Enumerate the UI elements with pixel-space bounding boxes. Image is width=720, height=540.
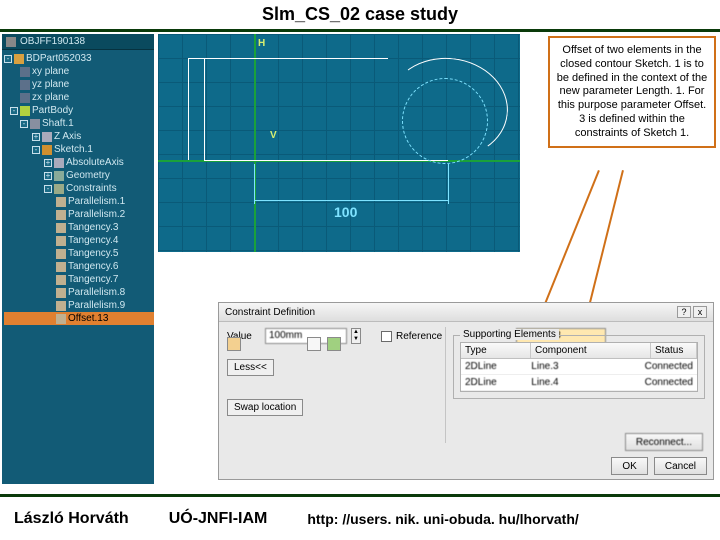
constraint-icon <box>56 223 66 233</box>
tree-sketch[interactable]: -Sketch.1 <box>4 143 154 156</box>
tree-constraint-item[interactable]: Parallelism.2 <box>4 208 154 221</box>
plane-icon <box>20 80 30 90</box>
constraint-icon <box>56 301 66 311</box>
axis-h-label: H <box>258 38 265 49</box>
tree-root[interactable]: - BDPart052033 <box>4 52 154 65</box>
col-component[interactable]: Component <box>531 343 651 358</box>
slide-title: Slm_CS_02 case study <box>0 0 720 32</box>
table-row[interactable]: 2DLine Line.3 Connected <box>461 359 697 375</box>
tree-plane-xy[interactable]: xy plane <box>4 65 154 78</box>
offset-icon <box>56 314 66 324</box>
collapse-icon[interactable]: - <box>4 55 12 63</box>
constraint-icon <box>56 262 66 272</box>
tree-constraints[interactable]: -Constraints <box>4 182 154 195</box>
constraint-icon <box>56 288 66 298</box>
geometry-icon <box>54 171 64 181</box>
tree-constraint-item[interactable]: Tangency.5 <box>4 247 154 260</box>
plane-icon <box>20 67 30 77</box>
reference-checkbox[interactable] <box>381 331 392 342</box>
axis-icon <box>54 158 64 168</box>
sketch-line <box>188 58 388 59</box>
sketch-line <box>188 58 189 160</box>
tree-title: OBJFF190138 <box>20 36 85 47</box>
plane-icon <box>20 93 30 103</box>
sketch-icon <box>42 145 52 155</box>
tree-absaxis[interactable]: +AbsoluteAxis <box>4 156 154 169</box>
annotation-note: Offset of two elements in the closed con… <box>548 36 716 148</box>
constraint-icon <box>56 236 66 246</box>
collapse-icon[interactable]: - <box>20 120 28 128</box>
tree-plane-zx[interactable]: zx plane <box>4 91 154 104</box>
cancel-button[interactable]: Cancel <box>654 457 707 475</box>
mode-icon[interactable] <box>327 337 341 351</box>
tree-constraint-item[interactable]: Tangency.7 <box>4 273 154 286</box>
expand-icon[interactable]: + <box>44 159 52 167</box>
tree-constraint-item[interactable]: Parallelism.9 <box>4 299 154 312</box>
dim-line <box>254 200 448 201</box>
collapse-icon[interactable]: - <box>10 107 18 115</box>
constraint-icon <box>56 275 66 285</box>
slide-footer: László Horváth UÓ-JNFI-IAM http: //users… <box>0 494 720 540</box>
constraint-icon <box>56 197 66 207</box>
v-axis <box>254 34 256 252</box>
mode-icon[interactable] <box>227 337 241 351</box>
tree-constraint-item[interactable]: Tangency.4 <box>4 234 154 247</box>
sketch-line <box>204 160 448 161</box>
constraint-icon <box>56 249 66 259</box>
dialog-title: Constraint Definition <box>225 307 315 318</box>
shaft-icon <box>30 119 40 129</box>
tree-partbody[interactable]: -PartBody <box>4 104 154 117</box>
swap-location-button[interactable]: Swap location <box>227 399 303 416</box>
tree-plane-yz[interactable]: yz plane <box>4 78 154 91</box>
construction-circle <box>402 78 488 164</box>
body-icon <box>20 106 30 116</box>
tree-constraint-selected[interactable]: Offset.13 <box>4 312 154 325</box>
product-icon <box>6 37 16 47</box>
sketch-line <box>204 58 205 160</box>
supporting-elements-table[interactable]: Type Component Status 2DLine Line.3 Conn… <box>460 342 698 392</box>
ok-button[interactable]: OK <box>611 457 647 475</box>
dialog-titlebar[interactable]: Constraint Definition ? x <box>219 303 713 322</box>
specification-tree[interactable]: OBJFF190138 - BDPart052033 xy plane yz p… <box>2 34 154 484</box>
footer-org: UÓ-JNFI-IAM <box>169 510 268 528</box>
spinner[interactable]: ▲▼ <box>351 328 361 344</box>
col-type[interactable]: Type <box>461 343 531 358</box>
expand-icon[interactable]: + <box>32 133 40 141</box>
footer-author: László Horváth <box>14 510 129 528</box>
collapse-icon[interactable]: - <box>32 146 40 154</box>
footer-url: http: //users. nik. uni-obuda. hu/lhorva… <box>307 511 578 527</box>
slide-body: OBJFF190138 - BDPart052033 xy plane yz p… <box>0 32 720 500</box>
close-button[interactable]: x <box>693 306 707 318</box>
tree-constraint-item[interactable]: Parallelism.8 <box>4 286 154 299</box>
dim-extension <box>254 164 255 204</box>
dialog-divider <box>445 327 446 443</box>
constraints-icon <box>54 184 64 194</box>
constraint-definition-dialog[interactable]: Constraint Definition ? x Value 100mm ▲▼… <box>218 302 714 480</box>
tree-geometry[interactable]: +Geometry <box>4 169 154 182</box>
constraint-icon <box>56 210 66 220</box>
tree-zaxis[interactable]: +Z Axis <box>4 130 154 143</box>
tree-constraint-item[interactable]: Tangency.6 <box>4 260 154 273</box>
help-button[interactable]: ? <box>677 306 691 318</box>
expand-icon[interactable]: + <box>44 172 52 180</box>
tree-constraint-item[interactable]: Tangency.3 <box>4 221 154 234</box>
col-status[interactable]: Status <box>651 343 697 358</box>
axis-icon <box>42 132 52 142</box>
dimension-value: 100 <box>334 204 357 220</box>
sketch-viewport[interactable]: H V 100 <box>158 34 520 252</box>
dim-extension <box>448 164 449 204</box>
less-button[interactable]: Less<< <box>227 359 274 376</box>
tree-shaft[interactable]: -Shaft.1 <box>4 117 154 130</box>
table-row[interactable]: 2DLine Line.4 Connected <box>461 375 697 391</box>
part-icon <box>14 54 24 64</box>
mode-icon[interactable] <box>307 337 321 351</box>
reconnect-button[interactable]: Reconnect... <box>625 433 703 451</box>
tree-constraint-item[interactable]: Parallelism.1 <box>4 195 154 208</box>
collapse-icon[interactable]: - <box>44 185 52 193</box>
supporting-elements-label: Supporting Elements <box>460 329 559 340</box>
reference-label: Reference <box>396 331 442 342</box>
tree-titlebar: OBJFF190138 <box>2 34 154 50</box>
axis-v-label: V <box>270 130 277 141</box>
